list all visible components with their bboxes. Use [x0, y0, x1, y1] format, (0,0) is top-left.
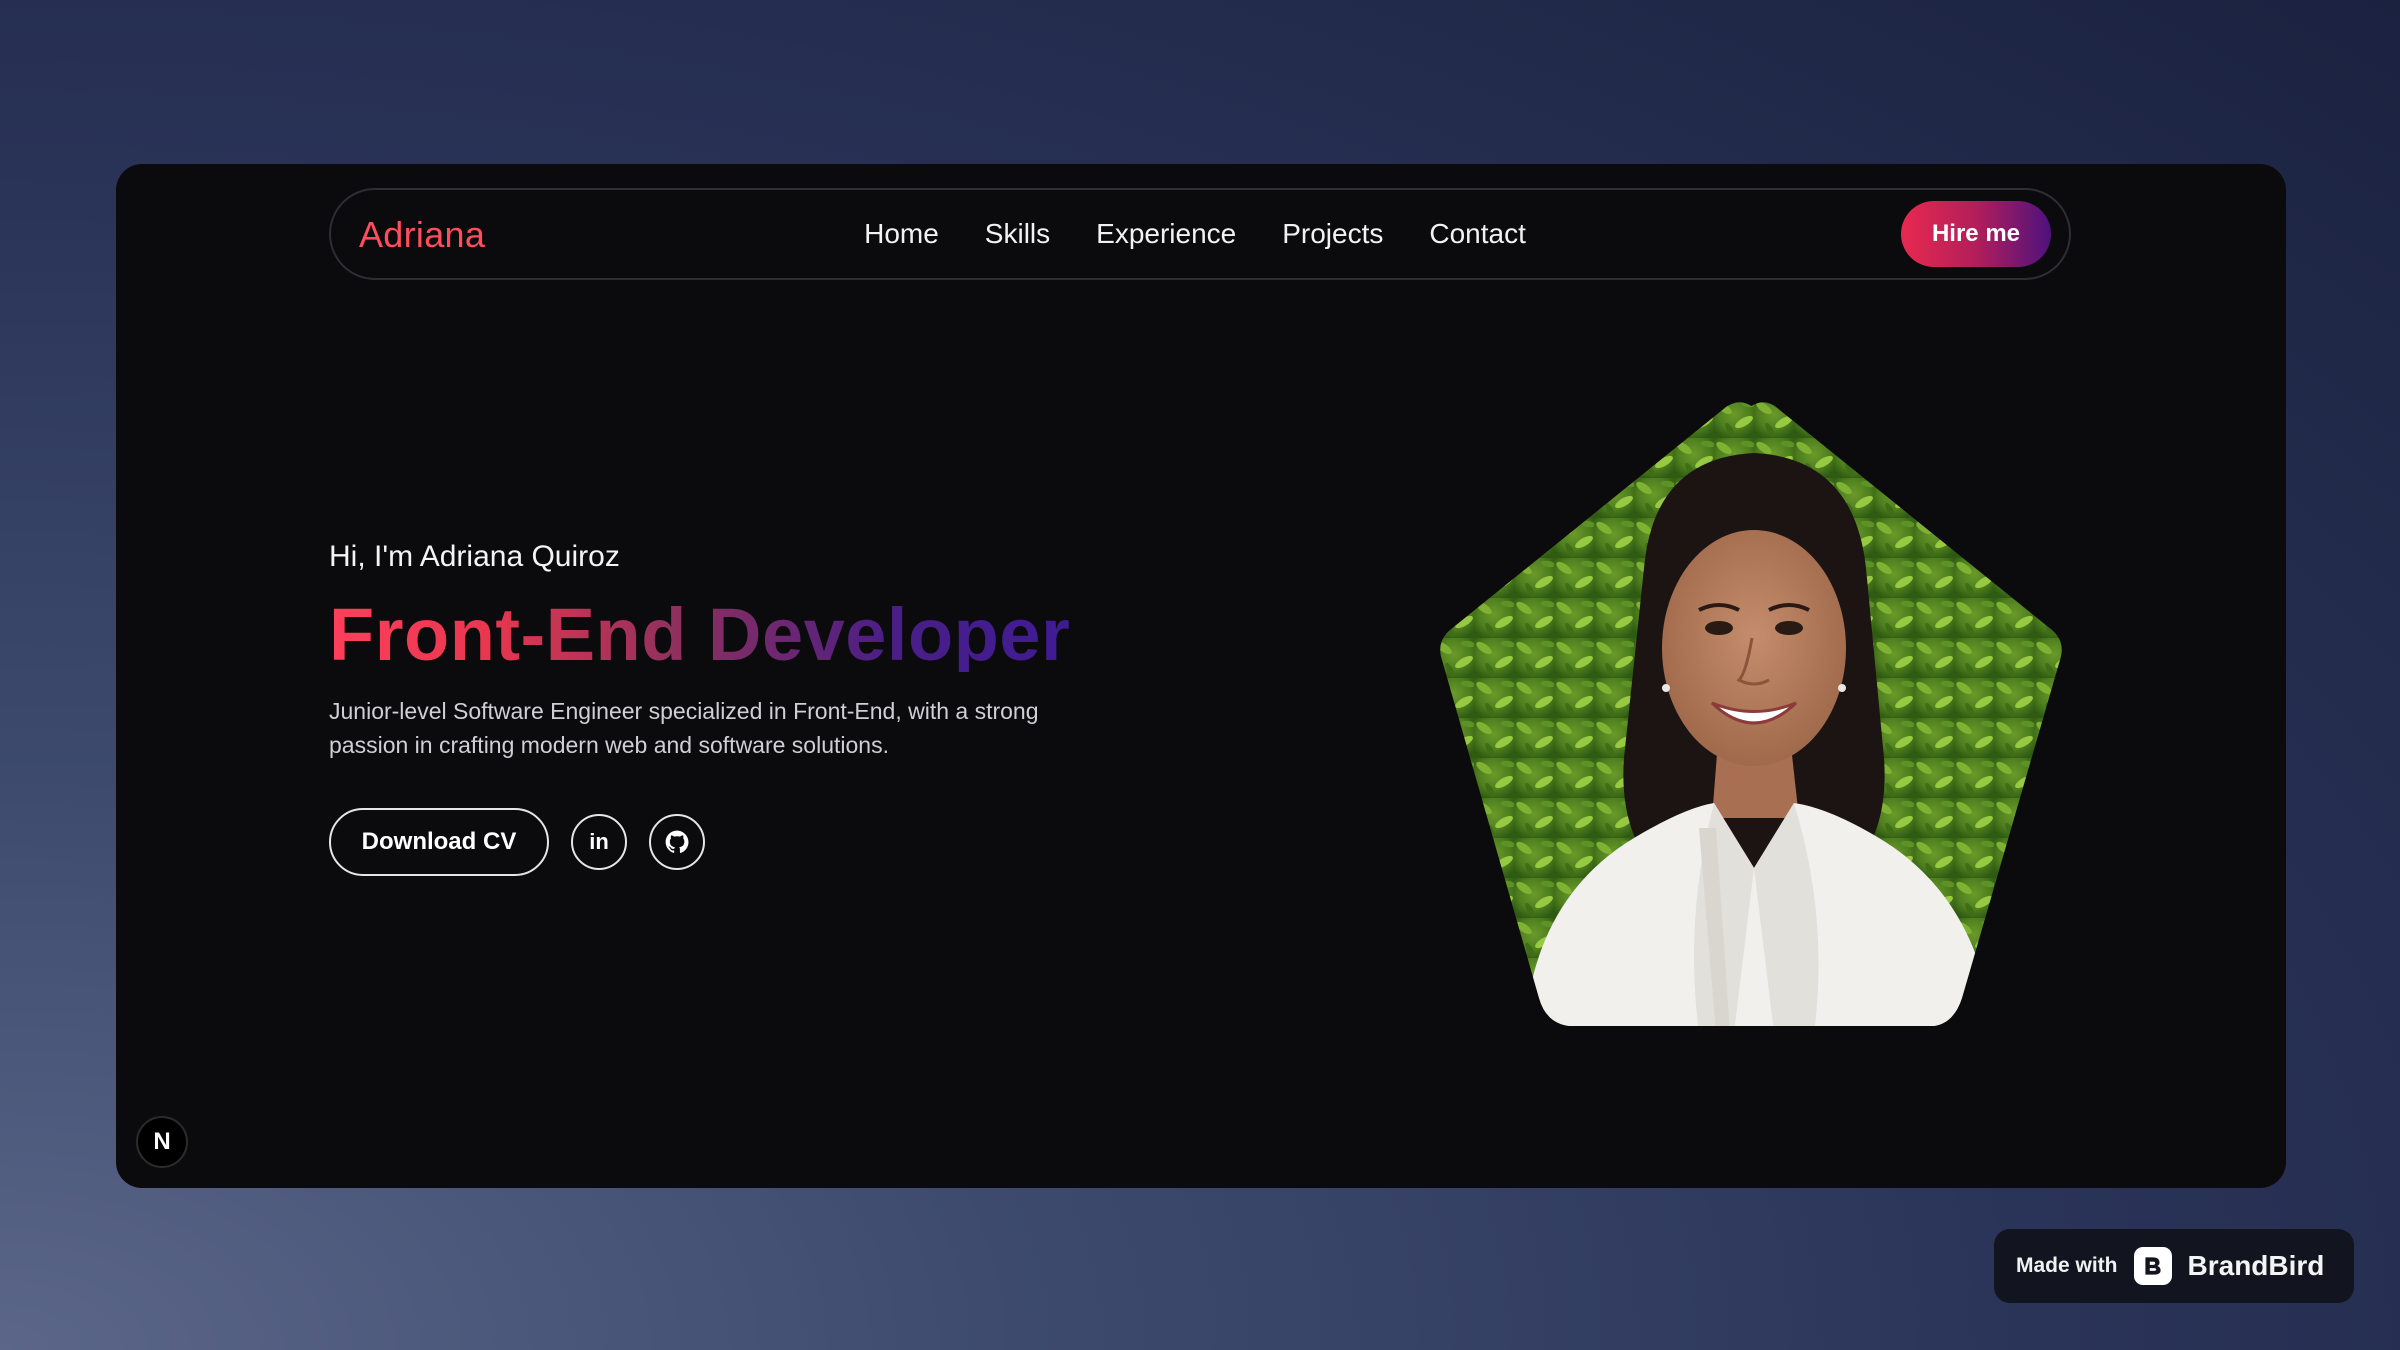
hero-description: Junior-level Software Engineer specializ…	[329, 698, 1039, 758]
github-icon	[665, 830, 689, 853]
linkedin-icon: in	[589, 829, 609, 854]
brandbird-name: BrandBird	[2187, 1250, 2325, 1281]
nav-links: Home Skills Experience Projects Contact	[331, 218, 2069, 250]
hero-intro: Hi, I'm Adriana Quiroz Front-End Develop…	[329, 540, 1129, 876]
nav-link-home[interactable]: Home	[864, 218, 939, 250]
nav-link-experience[interactable]: Experience	[1096, 218, 1236, 250]
navbar: Adriana Home Skills Experience Projects …	[329, 188, 2071, 280]
linkedin-button[interactable]: in	[571, 814, 627, 870]
made-with-label: Made with	[2016, 1254, 2118, 1277]
download-cv-button[interactable]: Download CV	[329, 808, 549, 876]
nav-link-contact[interactable]: Contact	[1429, 218, 1526, 250]
profile-photo	[1440, 402, 2062, 1027]
portfolio-window: Adriana Home Skills Experience Projects …	[116, 164, 2286, 1188]
hero-greeting: Hi, I'm Adriana Quiroz	[329, 540, 620, 573]
hire-me-button[interactable]: Hire me	[1901, 201, 2051, 267]
made-with-brandbird-badge[interactable]: Made with BrandBird	[1994, 1229, 2354, 1303]
nav-link-projects[interactable]: Projects	[1282, 218, 1383, 250]
brandbird-logo	[2133, 1247, 2172, 1285]
hero-actions: Download CV in	[329, 808, 1129, 876]
hero-role-title: Front-End Developer	[329, 598, 1129, 672]
nextjs-badge[interactable]: N	[136, 1116, 188, 1168]
github-button[interactable]	[649, 814, 705, 870]
nav-link-skills[interactable]: Skills	[985, 218, 1050, 250]
